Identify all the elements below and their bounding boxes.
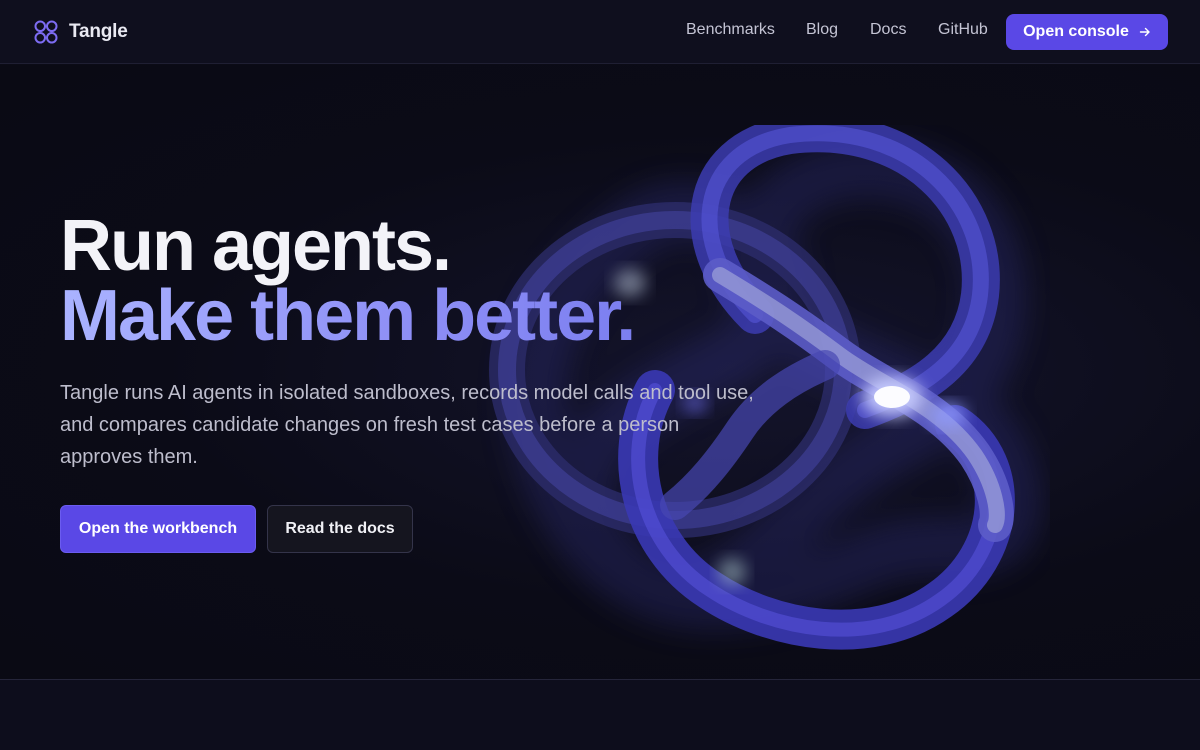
headline-line-1: Run agents.	[60, 206, 452, 286]
arrow-right-icon	[1139, 27, 1150, 37]
brand-name: Tangle	[69, 21, 128, 42]
read-docs-button[interactable]: Read the docs	[267, 505, 413, 553]
next-section	[0, 680, 1200, 750]
headline-line-2: Make them better.	[60, 276, 636, 356]
open-console-button[interactable]: Open console	[1006, 14, 1168, 50]
top-nav-bar: Tangle Benchmarks Blog Docs GitHub Open …	[0, 0, 1200, 64]
hero-description: Tangle runs AI agents in isolated sandbo…	[60, 382, 754, 468]
nav-link-docs[interactable]: Docs	[870, 21, 906, 39]
nav-link-github[interactable]: GitHub	[938, 21, 988, 39]
open-console-label: Open console	[1023, 23, 1129, 40]
open-workbench-button[interactable]: Open the workbench	[60, 505, 256, 553]
brand[interactable]: Tangle	[33, 19, 128, 45]
tangle-logo-icon	[34, 20, 58, 44]
nav-link-benchmarks[interactable]: Benchmarks	[686, 21, 775, 39]
hero-headline: Run agents. Make them better.	[60, 206, 636, 356]
hero-section: Run agents. Make them better. Tangle run…	[0, 65, 1200, 679]
nav-link-blog[interactable]: Blog	[806, 21, 838, 39]
